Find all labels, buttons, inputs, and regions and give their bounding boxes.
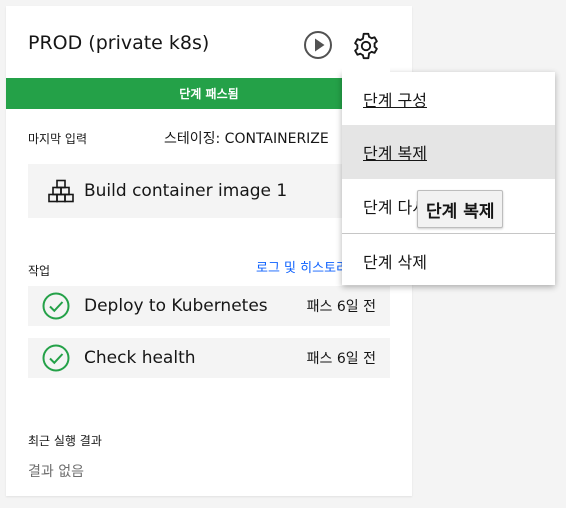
gear-icon — [354, 32, 378, 60]
recent-results-value: 결과 없음 — [28, 464, 84, 480]
stage-options-menu: 단계 구성 단계 복제 단계 다시 실행 단계 삭제 — [342, 72, 555, 285]
menu-item-delete-stage[interactable]: 단계 삭제 — [342, 233, 555, 288]
play-icon — [304, 31, 332, 59]
stage-title: PROD (private k8s) — [28, 32, 210, 54]
last-input-label: 마지막 입력 — [28, 132, 88, 146]
status-text: 단계 패스됨 — [179, 87, 239, 101]
logs-history-link[interactable]: 로그 및 히스토리 — [256, 257, 348, 276]
run-stage-button[interactable] — [303, 30, 333, 60]
check-circle-icon — [42, 344, 70, 372]
menu-item-configure-stage[interactable]: 단계 구성 — [342, 72, 555, 126]
stack-boxes-icon — [48, 179, 74, 203]
check-circle-icon — [42, 292, 70, 320]
job-row[interactable]: Deploy to Kubernetes 패스 6일 전 — [28, 286, 390, 326]
settings-button[interactable] — [342, 19, 390, 73]
job-status: 패스 6일 전 — [306, 351, 376, 367]
input-name: Build container image 1 — [84, 181, 288, 201]
tooltip: 단계 복제 — [417, 190, 504, 228]
jobs-label: 작업 — [28, 264, 51, 278]
job-status: 패스 6일 전 — [306, 299, 376, 315]
job-row[interactable]: Check health 패스 6일 전 — [28, 338, 390, 378]
input-tile[interactable]: Build container image 1 — [28, 164, 390, 218]
job-name: Check health — [84, 348, 196, 368]
menu-item-clone-stage[interactable]: 단계 복제 — [342, 125, 555, 179]
job-name: Deploy to Kubernetes — [84, 296, 268, 316]
recent-results-label: 최근 실행 결과 — [28, 434, 102, 448]
